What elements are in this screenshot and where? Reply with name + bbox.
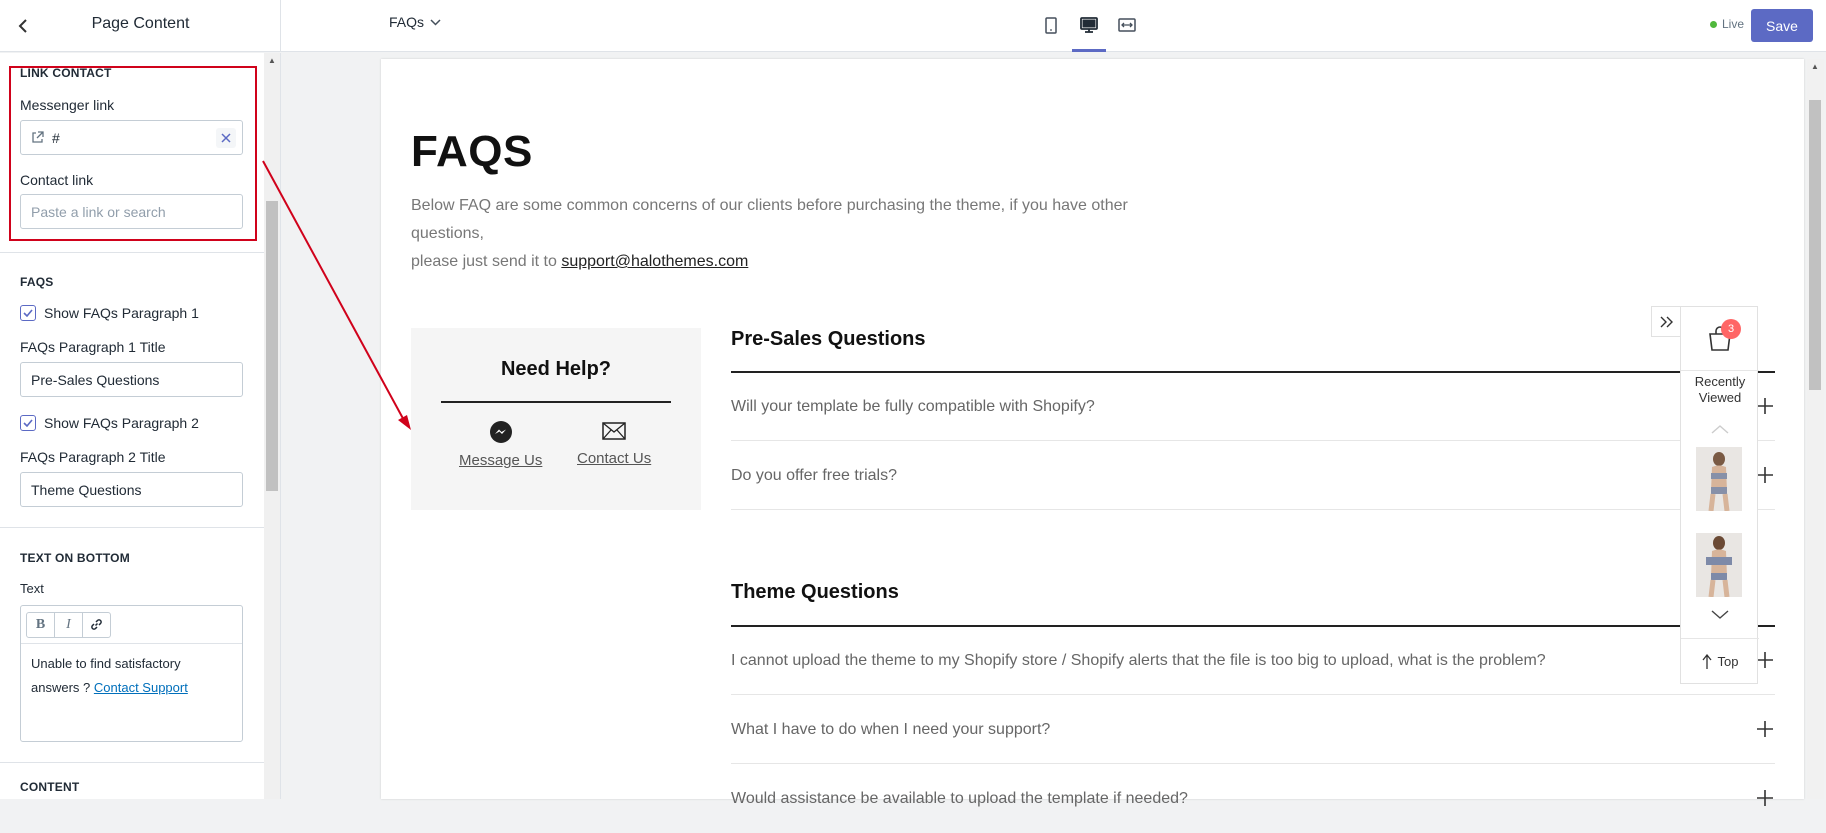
recently-viewed-widget: 3 Recently Viewed Top xyxy=(1680,306,1759,684)
checkmark-icon xyxy=(20,415,36,431)
italic-icon[interactable]: I xyxy=(54,611,83,638)
faq-question-text: I cannot upload the theme to my Shopify … xyxy=(731,651,1546,669)
faqs-p2-title-label: FAQs Paragraph 2 Title xyxy=(20,449,166,465)
link-icon[interactable] xyxy=(82,611,111,638)
need-help-title: Need Help? xyxy=(500,358,612,380)
text-label: Text xyxy=(20,581,44,596)
show-faqs-p1-checkbox[interactable]: Show FAQs Paragraph 1 xyxy=(20,305,199,321)
highlight-box xyxy=(9,66,257,241)
contact-support-link[interactable]: Contact Support xyxy=(94,680,188,695)
recently-viewed-label: Recently Viewed xyxy=(1681,374,1759,406)
need-help-rule xyxy=(441,401,671,403)
rte-toolbar: B I xyxy=(21,606,242,644)
faq-question-row[interactable]: Will your template be fully compatible w… xyxy=(731,373,1775,441)
faq-question-row[interactable]: Do you offer free trials? xyxy=(731,442,1775,510)
cart-button[interactable]: 3 xyxy=(1681,307,1759,371)
intro-line-2: please just send it to xyxy=(411,253,557,270)
plus-icon[interactable] xyxy=(1755,788,1775,808)
faq-group-title: Pre-Sales Questions xyxy=(731,328,926,350)
scroll-up-icon[interactable]: ▲ xyxy=(1811,62,1819,71)
page-selector-label: FAQs xyxy=(389,14,425,30)
text-on-bottom-heading: TEXT ON BOTTOM xyxy=(20,551,130,565)
intro-line-1: Below FAQ are some common concerns of ou… xyxy=(411,197,1128,242)
section-divider xyxy=(0,527,264,528)
show-faqs-p1-label: Show FAQs Paragraph 1 xyxy=(44,305,199,321)
checkmark-icon xyxy=(20,305,36,321)
faq-question-text: Will your template be fully compatible w… xyxy=(731,397,1095,415)
faq-question-row[interactable]: What I have to do when I need your suppo… xyxy=(731,696,1775,764)
mail-icon xyxy=(602,422,626,440)
faq-question-row[interactable]: I cannot upload the theme to my Shopify … xyxy=(731,627,1775,695)
double-chevron-right-icon[interactable] xyxy=(1651,306,1682,337)
section-divider xyxy=(0,762,264,763)
message-us-label: Message Us xyxy=(459,452,543,469)
live-label: Live xyxy=(1722,17,1745,31)
plus-icon[interactable] xyxy=(1755,465,1775,485)
faqs-p2-title-input[interactable]: Theme Questions xyxy=(20,472,243,507)
faqs-p1-title-label: FAQs Paragraph 1 Title xyxy=(20,339,166,355)
faqs-p1-title-input[interactable]: Pre-Sales Questions xyxy=(20,362,243,397)
show-faqs-p2-checkbox[interactable]: Show FAQs Paragraph 2 xyxy=(20,415,199,431)
live-dot xyxy=(1710,20,1717,28)
support-email-link[interactable]: support@halothemes.com xyxy=(561,253,748,270)
mobile-view-icon[interactable] xyxy=(1038,10,1064,40)
faq-question-text: What I have to do when I need your suppo… xyxy=(731,720,1051,738)
recently-viewed-line-2: Viewed xyxy=(1698,390,1742,405)
fullscreen-view-icon[interactable] xyxy=(1114,10,1140,40)
sidebar-scroll-thumb[interactable] xyxy=(266,201,278,491)
view-switcher xyxy=(1038,10,1140,52)
cart-count-badge: 3 xyxy=(1721,319,1741,339)
back-to-top-button[interactable]: Top xyxy=(1681,638,1759,684)
page-selector[interactable]: FAQs xyxy=(389,14,441,30)
need-help-box: Need Help? Message Us Contact Us xyxy=(411,328,701,510)
arrow-up-icon xyxy=(1702,653,1712,669)
faq-group-title: Theme Questions xyxy=(731,581,899,603)
rich-text-editor[interactable]: B I Unable to find satisfactory answers … xyxy=(20,605,243,742)
show-faqs-p2-label: Show FAQs Paragraph 2 xyxy=(44,415,199,431)
live-status: Live xyxy=(1710,17,1744,31)
save-button[interactable]: Save xyxy=(1751,9,1813,42)
bold-icon[interactable]: B xyxy=(26,611,55,638)
page-title: FAQS xyxy=(411,127,533,176)
faq-question-text: Do you offer free trials? xyxy=(731,466,898,484)
top-bar: Page Content FAQs Live Save xyxy=(0,0,1826,52)
plus-icon[interactable] xyxy=(1755,719,1775,739)
panel-header: Page Content xyxy=(0,0,281,52)
section-divider xyxy=(0,252,264,253)
intro-text: Below FAQ are some common concerns of ou… xyxy=(411,192,1191,276)
contact-us-link[interactable]: Contact Us xyxy=(577,420,651,467)
message-us-link[interactable]: Message Us xyxy=(459,420,542,469)
preview-scroll-thumb[interactable] xyxy=(1809,100,1821,390)
desktop-view-icon[interactable] xyxy=(1072,10,1106,52)
product-thumbnail[interactable] xyxy=(1696,533,1742,597)
contact-us-label: Contact Us xyxy=(577,450,652,467)
faq-question-text: Would assistance be available to upload … xyxy=(731,790,1188,807)
faqs-heading: FAQS xyxy=(20,275,54,289)
recently-viewed-line-1: Recently xyxy=(1694,374,1746,389)
panel-title: Page Content xyxy=(91,15,190,32)
chevron-down-icon[interactable] xyxy=(1710,610,1730,620)
faq-question-row[interactable]: Would assistance be available to upload … xyxy=(731,765,1775,833)
product-thumbnail[interactable] xyxy=(1696,447,1742,511)
chevron-up-icon[interactable] xyxy=(1710,424,1730,434)
scroll-up-icon[interactable]: ▲ xyxy=(268,56,276,65)
back-to-top-label: Top xyxy=(1717,654,1739,669)
chevron-down-icon xyxy=(430,18,441,26)
rte-content[interactable]: Unable to find satisfactory answers ? Co… xyxy=(21,644,242,708)
messenger-icon xyxy=(489,421,512,443)
content-heading: CONTENT xyxy=(20,780,80,794)
